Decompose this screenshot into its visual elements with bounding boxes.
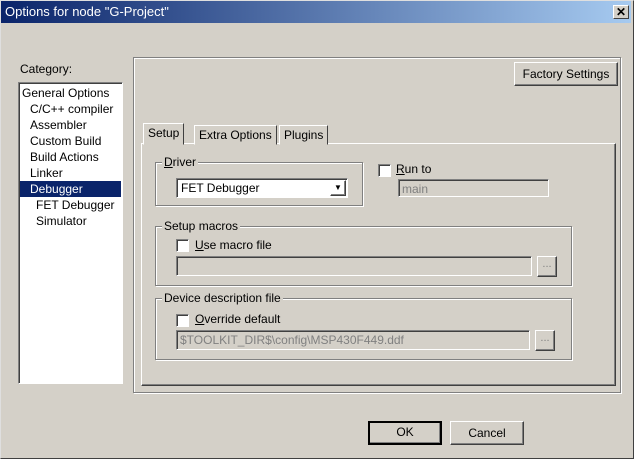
driver-group-label: Driver <box>162 155 199 169</box>
close-button[interactable]: ✕ <box>613 5 629 19</box>
use-macro-file-checkbox[interactable] <box>176 239 189 252</box>
macro-file-browse-button[interactable]: ... <box>537 256 557 277</box>
tab-extra-options[interactable]: Extra Options <box>194 125 277 145</box>
device-description-browse-button[interactable]: ... <box>535 330 555 351</box>
ok-button[interactable]: OK <box>368 421 442 445</box>
category-item[interactable]: Debugger <box>20 181 121 197</box>
driver-select-value: FET Debugger <box>181 181 260 195</box>
category-item[interactable]: Linker <box>20 165 121 181</box>
cancel-button[interactable]: Cancel <box>450 421 524 445</box>
tab-setup-label: Setup <box>148 126 180 140</box>
category-item[interactable]: C/C++ compiler <box>20 101 121 117</box>
close-icon: ✕ <box>615 5 627 19</box>
category-item[interactable]: Custom Build <box>20 133 121 149</box>
tab-plugins-label: Plugins <box>284 128 324 142</box>
tab-plugins[interactable]: Plugins <box>279 125 329 145</box>
device-description-group <box>155 298 572 360</box>
category-item[interactable]: Assembler <box>20 117 121 133</box>
device-description-field[interactable]: $TOOLKIT_DIR$\config\MSP430F449.ddf <box>176 330 530 350</box>
use-macro-file-label: Use macro file <box>195 238 272 252</box>
factory-settings-button[interactable]: Factory Settings <box>514 62 618 86</box>
category-item[interactable]: Simulator <box>20 213 121 229</box>
setup-macros-group-label: Setup macros <box>162 219 241 233</box>
override-default-label: Override default <box>195 312 281 326</box>
device-description-group-label: Device description file <box>162 291 283 305</box>
tab-extra-options-label: Extra Options <box>199 128 272 142</box>
category-item[interactable]: FET Debugger <box>20 197 121 213</box>
title-bar[interactable]: Options for node "G-Project" ✕ <box>1 1 631 23</box>
chevron-down-icon[interactable]: ▼ <box>330 180 346 196</box>
override-default-checkbox[interactable] <box>176 314 189 327</box>
window-title: Options for node "G-Project" <box>5 4 169 19</box>
driver-select[interactable]: FET Debugger ▼ <box>176 178 348 198</box>
category-label: Category: <box>20 62 73 76</box>
run-to-checkbox[interactable] <box>378 164 391 177</box>
category-list[interactable]: General Options C/C++ compiler Assembler Cu… <box>18 82 123 384</box>
macro-file-field[interactable] <box>176 256 532 276</box>
run-to-label: Run to <box>396 162 432 176</box>
category-item[interactable]: Build Actions <box>20 149 121 165</box>
category-item[interactable]: General Options <box>20 85 121 101</box>
tab-setup[interactable]: Setup <box>143 123 185 145</box>
run-to-field[interactable]: main <box>398 179 549 197</box>
